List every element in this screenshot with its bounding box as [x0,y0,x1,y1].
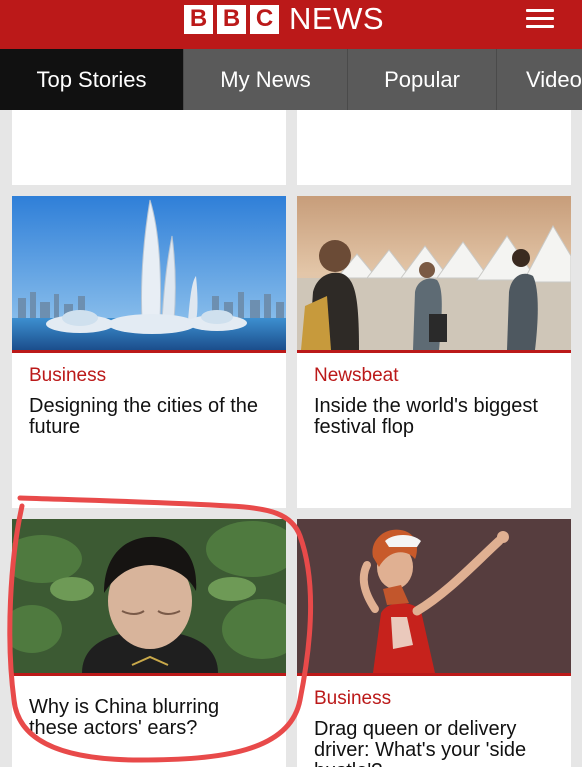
story-card[interactable]: Why is China blurring these actors' ears… [12,519,286,767]
tab-popular[interactable]: Popular [348,49,497,110]
festival-tents-image [297,196,571,350]
story-headline[interactable]: Inside the world's biggest festival flop [314,396,557,438]
menu-line [526,9,554,12]
tab-video[interactable]: Video [497,49,582,110]
logo-letter-c: C [250,4,279,34]
story-headline[interactable]: Why is China blurring these actors' ears… [29,697,272,739]
futuristic-city-image [12,196,286,350]
story-headline[interactable]: Drag queen or delivery driver: What's yo… [314,719,557,767]
tab-my-news[interactable]: My News [184,49,348,110]
section-tabs: Top Stories My News Popular Video [0,49,582,110]
story-card[interactable]: Business Designing the cities of the fut… [12,196,286,508]
story-card[interactable]: Newsbeat Inside the world's biggest fest… [297,196,571,508]
menu-line [526,17,554,20]
section-rule [297,350,571,353]
story-card[interactable]: Business Drag queen or delivery driver: … [297,519,571,767]
story-section[interactable]: Business [29,365,106,387]
story-section[interactable]: Business [314,688,391,710]
drag-queen-image [297,519,571,673]
actor-portrait-image [12,519,286,673]
tab-top-stories[interactable]: Top Stories [0,49,184,110]
header-bar: B B C NEWS [0,0,582,49]
bbc-news-logo[interactable]: B B C NEWS [184,1,384,36]
menu-line [526,25,554,28]
section-rule [297,673,571,676]
story-card-partial-left[interactable] [12,110,286,185]
logo-news-word: NEWS [289,1,384,36]
hamburger-menu-icon[interactable] [526,9,554,31]
story-headline[interactable]: Designing the cities of the future [29,396,272,438]
section-rule [12,673,286,676]
logo-letter-b2: B [217,4,246,34]
section-rule [12,350,286,353]
logo-letter-b1: B [184,4,213,34]
story-section[interactable]: Newsbeat [314,365,399,387]
story-card-partial-right[interactable] [297,110,571,185]
